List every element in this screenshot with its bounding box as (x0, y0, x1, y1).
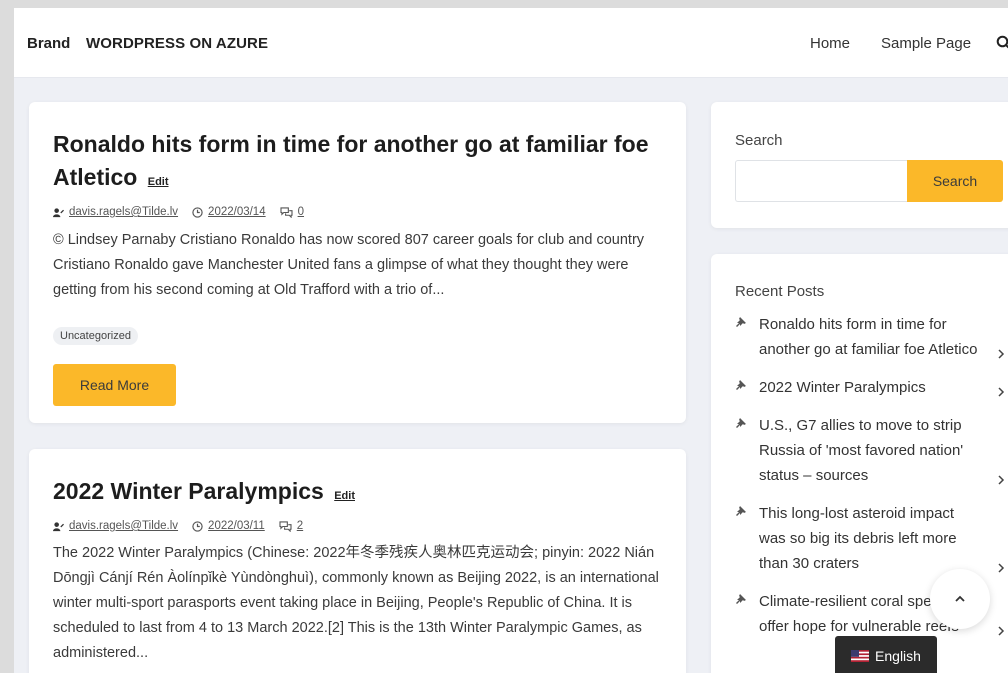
us-flag-icon (851, 650, 870, 662)
comments-icon (280, 206, 293, 218)
chevron-right-icon (998, 387, 1005, 397)
read-more-button[interactable]: Read More (53, 364, 176, 406)
thumbtack-icon (736, 594, 746, 604)
chevron-up-icon (955, 595, 965, 602)
author-link[interactable]: davis.ragels@Tilde.lv (69, 520, 178, 532)
recent-post-link[interactable]: U.S., G7 allies to move to strip Russia … (759, 417, 963, 484)
language-switcher[interactable]: English (835, 636, 937, 673)
chevron-right-icon (998, 626, 1005, 636)
nav-home-link[interactable]: Home (810, 35, 850, 52)
date-link[interactable]: 2022/03/14 (208, 206, 266, 218)
post-meta: davis.ragels@Tilde.lv 2022/03/14 0 (53, 206, 318, 218)
user-pen-icon (53, 521, 64, 531)
list-item[interactable]: 2022 Winter Paralympics (735, 375, 1005, 400)
recent-post-link[interactable]: 2022 Winter Paralympics (759, 379, 926, 396)
edit-link[interactable]: Edit (148, 176, 169, 188)
thumbtack-icon (736, 317, 746, 327)
comments-icon (279, 520, 292, 532)
list-item[interactable]: U.S., G7 allies to move to strip Russia … (735, 413, 1005, 488)
thumbtack-icon (736, 380, 746, 390)
search-widget-label: Search (735, 132, 783, 149)
comments-link[interactable]: 2 (297, 520, 303, 532)
search-input[interactable] (735, 160, 907, 202)
post-title: Ronaldo hits form in time for another go… (53, 128, 673, 199)
edit-link[interactable]: Edit (334, 490, 355, 502)
recent-post-link[interactable]: This long-lost asteroid impact was so bi… (759, 505, 957, 572)
back-to-top-button[interactable] (930, 569, 990, 629)
clock-icon (192, 520, 203, 532)
post-meta: davis.ragels@Tilde.lv 2022/03/11 2 (53, 520, 317, 532)
post-title-link[interactable]: Ronaldo hits form in time for another go… (53, 131, 648, 190)
brand-link[interactable]: Brand (27, 35, 70, 52)
list-item[interactable]: Ronaldo hits form in time for another go… (735, 312, 1005, 362)
thumbtack-icon (736, 418, 746, 428)
recent-post-link[interactable]: Ronaldo hits form in time for another go… (759, 316, 977, 358)
clock-icon (192, 206, 203, 218)
category-tag[interactable]: Uncategorized (53, 327, 138, 345)
thumbtack-icon (736, 506, 746, 516)
search-button[interactable]: Search (907, 160, 1003, 202)
user-pen-icon (53, 207, 64, 217)
chevron-right-icon (998, 349, 1005, 359)
comments-link[interactable]: 0 (298, 206, 304, 218)
language-label: English (875, 648, 921, 664)
post-excerpt: © Lindsey Parnaby Cristiano Ronaldo has … (53, 232, 645, 298)
browser-viewport: Brand WORDPRESS ON AZURE Home Sample Pag… (14, 8, 1008, 673)
nav-sample-page-link[interactable]: Sample Page (881, 35, 971, 52)
search-widget: Search Search (711, 102, 1008, 228)
post-title: 2022 Winter Paralympics Edit (53, 475, 673, 513)
chevron-right-icon (998, 475, 1005, 485)
recent-post-link[interactable]: Climate-resilient coral species offer ho… (759, 593, 959, 635)
author-link[interactable]: davis.ragels@Tilde.lv (69, 206, 178, 218)
post-excerpt: The 2022 Winter Paralympics (Chinese: 20… (53, 545, 659, 661)
top-navbar: Brand WORDPRESS ON AZURE Home Sample Pag… (14, 8, 1008, 78)
search-icon[interactable] (996, 35, 1008, 51)
site-title-link[interactable]: WORDPRESS ON AZURE (86, 35, 268, 52)
list-item[interactable]: This long-lost asteroid impact was so bi… (735, 501, 1005, 576)
date-link[interactable]: 2022/03/11 (208, 520, 265, 532)
chevron-right-icon (998, 563, 1005, 573)
post-title-link[interactable]: 2022 Winter Paralympics (53, 478, 324, 504)
recent-posts-label: Recent Posts (735, 283, 825, 300)
post-card: 2022 Winter Paralympics Edit davis.ragel… (29, 449, 686, 673)
post-card: Ronaldo hits form in time for another go… (29, 102, 686, 423)
